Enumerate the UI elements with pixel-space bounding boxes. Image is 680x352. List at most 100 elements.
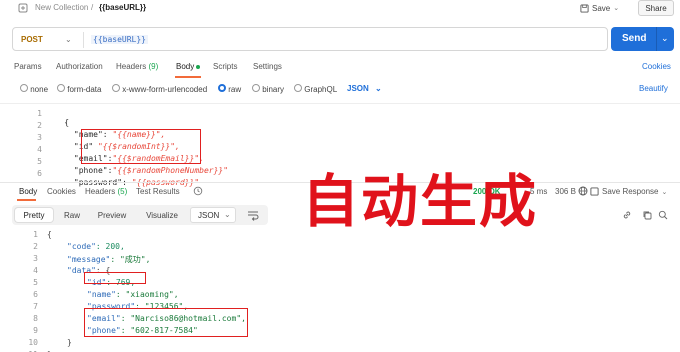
chevron-down-icon: ⌄ <box>375 84 382 93</box>
line-number: 4 <box>33 266 38 275</box>
radio-form-data[interactable]: form-data <box>57 84 101 96</box>
json-line: "message": "成功", <box>67 254 150 265</box>
radio-binary[interactable]: binary <box>252 84 284 96</box>
send-button[interactable]: Send ⌄ <box>611 27 674 51</box>
tab-body[interactable]: Body <box>176 62 201 71</box>
response-size[interactable]: 306 B <box>555 187 576 196</box>
response-tab-headers[interactable]: Headers (5) <box>85 187 127 196</box>
response-tab-headers-label: Headers <box>85 187 116 196</box>
breadcrumb-request[interactable]: {{baseURL}} <box>99 3 146 12</box>
radio-label: form-data <box>67 85 102 94</box>
radio-raw[interactable]: raw <box>218 84 241 96</box>
json-line: "code": 200, <box>67 242 125 251</box>
tab-settings[interactable]: Settings <box>253 62 282 71</box>
json-brace: } <box>67 338 72 347</box>
line-number: 2 <box>37 121 42 130</box>
divider <box>83 32 84 48</box>
url-bar: POST ⌄ {{baseURL}} <box>12 27 608 51</box>
json-value: : 200, <box>95 242 125 251</box>
radio-circle <box>252 84 260 92</box>
save-icon <box>580 3 589 13</box>
breadcrumb-separator: / <box>91 3 94 12</box>
radio-circle <box>294 84 302 92</box>
save-response-button[interactable]: Save Response ⌄ <box>590 187 667 196</box>
save-label: Save <box>592 3 611 13</box>
tab-scripts[interactable]: Scripts <box>213 62 237 71</box>
response-tab-test-results[interactable]: Test Results <box>136 187 180 196</box>
radio-label: raw <box>228 85 242 94</box>
divider <box>656 27 657 51</box>
cookies-link[interactable]: Cookies <box>642 62 671 71</box>
body-format-select[interactable]: JSON ⌄ <box>347 84 382 93</box>
line-number: 1 <box>33 230 38 239</box>
json-line: "name": "xiaoming", <box>87 290 179 299</box>
share-button[interactable]: Share <box>638 0 674 16</box>
radio-label: x-www-form-urlencoded <box>122 85 208 94</box>
radio-label: none <box>30 85 49 94</box>
history-icon[interactable] <box>193 186 203 196</box>
link-icon[interactable] <box>622 210 632 220</box>
status-dot <box>196 64 201 69</box>
beautify-link[interactable]: Beautify <box>639 84 668 93</box>
url-input[interactable]: {{baseURL}} <box>91 35 148 44</box>
share-label: Share <box>645 3 667 13</box>
response-tab-body[interactable]: Body <box>19 187 37 196</box>
radio-none[interactable]: none <box>20 84 48 96</box>
line-number: 1 <box>37 109 42 118</box>
globe-icon[interactable] <box>578 186 588 196</box>
method-select[interactable]: POST <box>21 35 43 44</box>
chevron-down-icon: ⌄ <box>661 188 668 196</box>
line-number: 8 <box>33 314 38 323</box>
radio-label: binary <box>262 85 285 94</box>
chevron-down-icon: ⌄ <box>224 210 231 219</box>
line-number: 5 <box>33 278 38 287</box>
view-raw[interactable]: Raw <box>58 208 86 222</box>
chevron-down-icon: ⌄ <box>613 5 620 12</box>
http-request-icon <box>18 3 28 13</box>
line-number: 2 <box>33 242 38 251</box>
view-preview[interactable]: Preview <box>92 208 132 222</box>
body-format-label: JSON <box>347 84 369 93</box>
tab-body-label: Body <box>176 62 195 71</box>
radio-circle <box>112 84 120 92</box>
radio-graphql[interactable]: GraphQL <box>294 84 337 96</box>
response-format-select[interactable]: JSON ⌄ <box>190 207 236 223</box>
json-key: "name" <box>87 290 116 299</box>
line-number: 3 <box>33 254 38 263</box>
wrap-lines-icon[interactable] <box>246 208 260 222</box>
line-number: 5 <box>37 157 42 166</box>
chevron-down-icon[interactable]: ⌄ <box>65 35 72 44</box>
save-button[interactable]: Save ⌄ <box>580 1 628 15</box>
search-icon[interactable] <box>658 210 668 220</box>
active-tab-indicator <box>175 76 201 78</box>
line-number: 10 <box>28 338 38 347</box>
view-visualize[interactable]: Visualize <box>138 208 186 222</box>
radio-circle-selected <box>218 84 226 92</box>
save-icon <box>590 187 599 196</box>
tab-params[interactable]: Params <box>14 62 42 71</box>
annotation-box <box>81 129 201 164</box>
json-brace: { <box>47 230 52 239</box>
copy-icon[interactable] <box>642 210 652 220</box>
json-key: "code" <box>67 242 96 251</box>
chevron-down-icon[interactable]: ⌄ <box>661 33 669 44</box>
tab-headers-count: (9) <box>148 62 159 71</box>
radio-urlencoded[interactable]: x-www-form-urlencoded <box>112 84 207 96</box>
tab-headers-label: Headers <box>116 62 147 71</box>
response-tab-cookies[interactable]: Cookies <box>47 187 76 196</box>
tab-headers[interactable]: Headers (9) <box>116 62 158 71</box>
tab-authorization[interactable]: Authorization <box>56 62 103 71</box>
line-number: 7 <box>33 302 38 311</box>
json-key: "message" <box>67 255 111 264</box>
line-number: 9 <box>33 326 38 335</box>
response-tab-headers-count: (5) <box>117 187 128 196</box>
view-pretty[interactable]: Pretty <box>15 208 53 222</box>
response-format-label: JSON <box>198 211 220 220</box>
send-label: Send <box>622 33 647 44</box>
response-body-viewer[interactable]: 1 2 3 4 5 6 7 8 9 10 11 { "code": 200, "… <box>0 228 680 352</box>
json-value: : "成功", <box>110 255 151 264</box>
breadcrumb-collection[interactable]: New Collection <box>35 3 88 12</box>
radio-circle <box>57 84 65 92</box>
json-value: : "xiaoming", <box>115 290 179 299</box>
active-tab-indicator <box>17 199 36 201</box>
